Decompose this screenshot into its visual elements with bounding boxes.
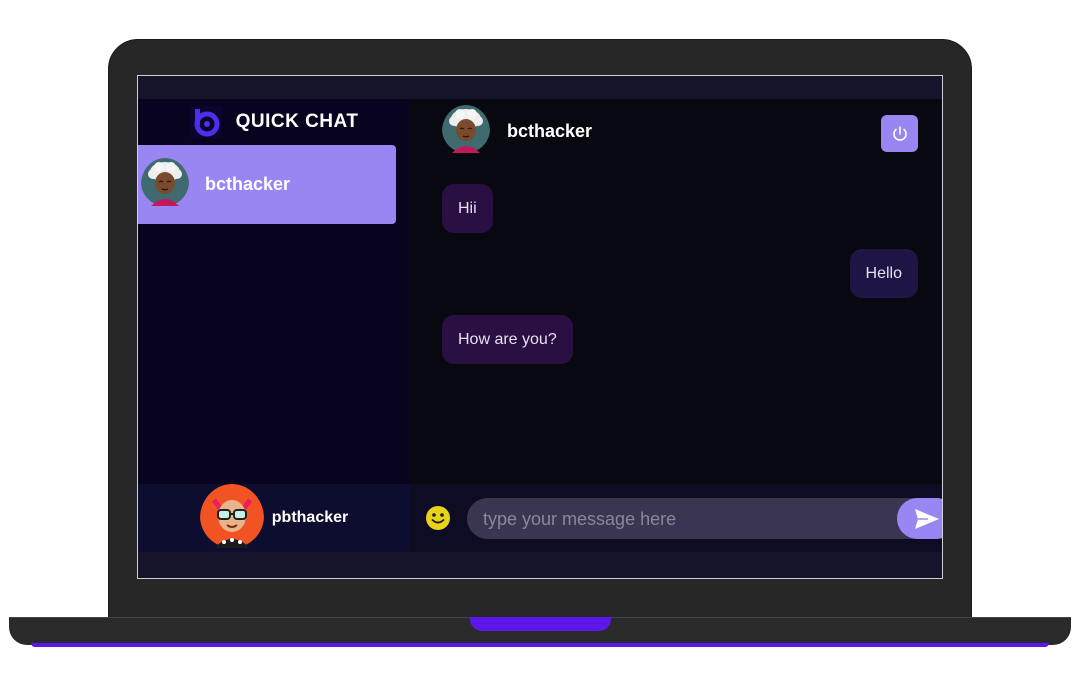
- contact-name: bcthacker: [205, 174, 291, 194]
- power-icon: [892, 125, 907, 141]
- current-username: pbthacker: [271, 509, 349, 526]
- smiley-icon[interactable]: [426, 506, 450, 530]
- logout-button[interactable]: [881, 115, 918, 152]
- contact-item-bcthacker[interactable]: bcthacker: [138, 145, 396, 224]
- message-bubble-received: Hii: [442, 184, 493, 233]
- message-composer: [410, 484, 942, 552]
- brand-header: QUICK CHAT: [138, 99, 410, 145]
- chat-contact-name: bcthacker: [507, 120, 593, 141]
- elderly-woman-avatar-icon: [141, 158, 189, 211]
- laptop-notch: [470, 617, 611, 631]
- contacts-sidebar: QUICK CHAT bcthacker pbthacker: [138, 99, 410, 552]
- current-user-panel: pbthacker: [138, 483, 410, 553]
- send-button[interactable]: [897, 498, 942, 539]
- brand-title: QUICK CHAT: [235, 111, 359, 132]
- message-bubble-sent: Hello: [849, 249, 918, 298]
- laptop-underglow: [31, 643, 1049, 647]
- message-input-container: [467, 498, 942, 539]
- brand-logo-icon: [189, 106, 222, 138]
- message-input[interactable]: [467, 498, 905, 539]
- laptop-screen: QUICK CHAT bcthacker pbthacker bcthacker…: [137, 75, 943, 579]
- paper-plane-icon: [915, 508, 939, 529]
- chat-header: bcthacker: [410, 99, 942, 163]
- chat-panel: bcthacker Hii Hello How are you?: [410, 99, 942, 552]
- chat-app: QUICK CHAT bcthacker pbthacker bcthacker…: [138, 99, 942, 552]
- punk-girl-avatar-icon: [199, 483, 264, 553]
- message-bubble-received: How are you?: [442, 315, 573, 364]
- elderly-woman-avatar-icon: [442, 104, 490, 158]
